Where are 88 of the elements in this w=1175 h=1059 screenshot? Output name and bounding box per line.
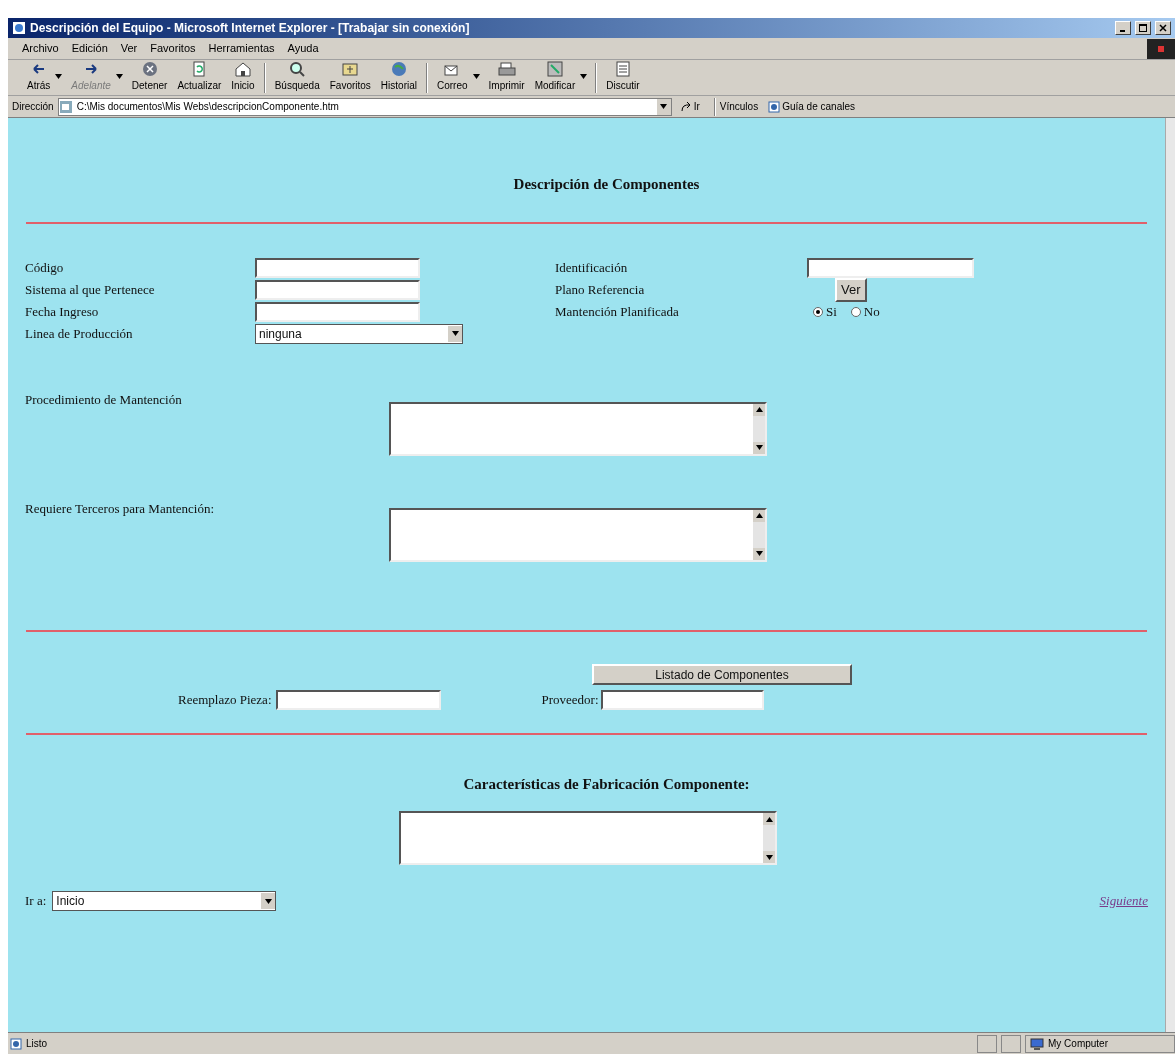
field-label: Requiere Terceros para Mantención: xyxy=(24,499,216,518)
toolbar-button[interactable]: Atrás xyxy=(22,60,56,93)
dropdown-arrow-icon[interactable] xyxy=(472,74,480,79)
page-icon xyxy=(10,1037,22,1050)
toolbar-button[interactable]: Búsqueda xyxy=(269,60,325,93)
field-label: Reemplazo Pieza: xyxy=(177,690,273,709)
toolbar-icon xyxy=(613,60,632,78)
toolbar-icon xyxy=(234,60,252,78)
scrollbar[interactable] xyxy=(763,813,775,863)
field-label: Proveedor: xyxy=(541,690,600,709)
view-button[interactable]: Ver xyxy=(835,277,867,302)
toolbar-icon xyxy=(288,60,307,78)
dropdown-arrow-icon[interactable] xyxy=(55,74,63,79)
field-label: Sistema al que Pertenece xyxy=(24,280,156,299)
toolbar-button[interactable]: Favoritos xyxy=(324,60,376,93)
text-area[interactable] xyxy=(399,811,777,865)
toolbar-icon xyxy=(389,60,408,78)
text-field[interactable] xyxy=(600,689,764,710)
field-label: Linea de Producción xyxy=(24,324,134,343)
close-icon xyxy=(1159,24,1167,32)
field-label: Código xyxy=(24,258,65,277)
link-button[interactable]: Guía de canales xyxy=(768,99,855,114)
text-field[interactable] xyxy=(255,301,420,322)
scrollbar[interactable] xyxy=(753,403,765,454)
scroll-up-icon[interactable] xyxy=(753,403,765,416)
page-icon xyxy=(768,100,781,113)
toolbar-button[interactable]: Detener xyxy=(126,60,173,93)
computer-icon xyxy=(1030,1037,1044,1050)
text-field[interactable] xyxy=(807,257,974,278)
field-label: Mantención Planificada xyxy=(555,302,680,321)
minimize-button[interactable] xyxy=(1115,21,1131,35)
dropdown-field[interactable]: ninguna xyxy=(255,323,463,344)
address-text: C:\Mis documentos\Mis Webs\descripcionComponente.htm xyxy=(76,100,340,114)
dropdown-field[interactable]: Inicio xyxy=(52,891,277,911)
menu-item[interactable]: Edición xyxy=(71,40,108,57)
arrow-icon xyxy=(679,100,692,113)
close-button[interactable] xyxy=(1155,21,1171,35)
scroll-up-icon[interactable] xyxy=(763,813,775,825)
page-icon xyxy=(58,99,73,114)
field-label: Procedimiento de Mantención xyxy=(24,390,183,409)
toolbar-icon xyxy=(140,60,159,78)
text-area[interactable] xyxy=(389,507,767,562)
scroll-down-icon[interactable] xyxy=(763,851,775,863)
menu-item[interactable]: Ayuda xyxy=(287,40,319,57)
toolbar-button[interactable]: Inicio xyxy=(226,60,260,93)
toolbar-button[interactable]: Modificar xyxy=(529,60,581,93)
browser-icon xyxy=(12,21,26,35)
toolbar-button[interactable]: Discutir xyxy=(601,60,645,93)
menu-item[interactable]: Favoritos xyxy=(150,40,196,57)
throbber-logo xyxy=(1147,38,1175,59)
field-label: Plano Referencia xyxy=(555,280,646,299)
toolbar-icon xyxy=(545,60,564,78)
address-label: Dirección xyxy=(12,100,54,114)
text-field[interactable] xyxy=(275,689,441,710)
scrollbar[interactable] xyxy=(1165,118,1175,1032)
menu-item[interactable]: Ver xyxy=(120,40,138,57)
radio-option[interactable]: Si xyxy=(813,301,837,322)
scroll-down-icon[interactable] xyxy=(753,547,765,560)
menu-item[interactable]: Herramientas xyxy=(208,40,275,57)
status-text: Listo xyxy=(26,1037,49,1051)
toolbar-button[interactable]: Historial xyxy=(375,60,422,93)
field-label: Identificación xyxy=(555,258,629,277)
zone-text: My Computer xyxy=(1048,1037,1108,1051)
text-field[interactable] xyxy=(255,279,420,300)
go-button[interactable]: Ir xyxy=(675,99,704,114)
section-heading: Características de Fabricación Componente: xyxy=(462,774,751,794)
toolbar-button[interactable]: Actualizar xyxy=(172,60,227,93)
dropdown-arrow-icon[interactable] xyxy=(580,74,588,79)
text-area[interactable] xyxy=(389,401,767,456)
scrollbar[interactable] xyxy=(753,509,765,560)
address-field[interactable]: C:\Mis documentos\Mis Webs\descripcionComponente.htm xyxy=(57,97,672,116)
window-title: Descripción del Equipo - Microsoft Internet Explorer - [Trabajar sin conexión] xyxy=(30,20,470,37)
toolbar-button[interactable]: Correo xyxy=(431,60,473,93)
scroll-up-icon[interactable] xyxy=(753,509,765,522)
scroll-down-icon[interactable] xyxy=(753,441,765,454)
toolbar-icon xyxy=(341,60,360,78)
component-list-button[interactable]: Listado de Componentes xyxy=(592,663,852,685)
toolbar-button[interactable]: Imprimir xyxy=(483,60,530,93)
field-label: Ir a: xyxy=(25,892,48,911)
links-label[interactable]: Vínculos xyxy=(719,99,759,114)
maximize-button[interactable] xyxy=(1135,21,1151,35)
next-link[interactable]: Siguiente xyxy=(1099,891,1148,911)
field-label: Fecha Ingreso xyxy=(24,302,100,321)
text-field[interactable] xyxy=(255,257,420,278)
maximize-icon xyxy=(1139,24,1147,32)
page-heading: Descripción de Componentes xyxy=(512,175,701,194)
menu-item[interactable]: Archivo xyxy=(22,40,59,57)
radio-option[interactable]: No xyxy=(850,301,880,322)
